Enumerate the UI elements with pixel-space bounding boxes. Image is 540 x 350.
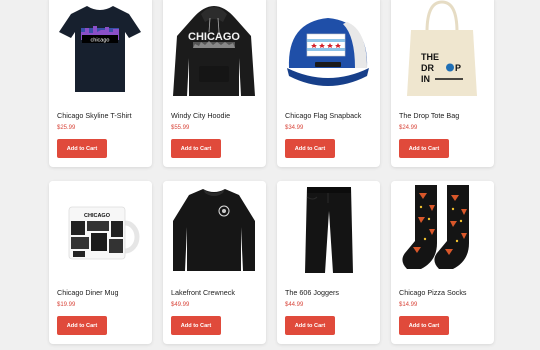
product-name[interactable]: Windy City Hoodie (171, 111, 262, 120)
hoodie-print-text: CHICAGO (188, 31, 240, 43)
add-to-cart-button[interactable]: Add to Cart (285, 316, 335, 335)
svg-text:P: P (455, 63, 461, 73)
product-name[interactable]: Chicago Diner Mug (57, 288, 148, 297)
product-card[interactable]: Lakefront Crewneck $49.99 Add to Cart (163, 181, 266, 344)
add-to-cart-button[interactable]: Add to Cart (399, 316, 449, 335)
product-image-crewneck[interactable] (163, 181, 266, 273)
product-image-hoodie[interactable]: CHICAGO (163, 0, 266, 96)
product-price: $44.99 (285, 302, 304, 308)
product-name[interactable]: Chicago Flag Snapback (285, 111, 376, 120)
product-card[interactable]: CHICAGO Chicago Diner Mug $19.99 Add to … (49, 181, 152, 344)
product-image-cap[interactable] (277, 0, 380, 96)
add-to-cart-button[interactable]: Add to Cart (171, 139, 221, 158)
product-price: $49.99 (171, 302, 190, 308)
product-name[interactable]: Lakefront Crewneck (171, 288, 262, 297)
product-image-socks[interactable] (391, 181, 494, 273)
product-card[interactable]: THE DR P IN The Drop Tote Bag $24.99 Add… (391, 0, 494, 167)
product-price: $19.99 (57, 302, 76, 308)
svg-text:DR: DR (421, 63, 434, 73)
product-card[interactable]: CHICAGO Windy City Hoodie $55.99 Add to … (163, 0, 266, 167)
product-price: $24.99 (399, 125, 418, 131)
product-image-joggers[interactable] (277, 181, 380, 273)
product-card[interactable]: Chicago Flag Snapback $34.99 Add to Cart (277, 0, 380, 167)
mug-print-text: CHICAGO (84, 213, 111, 219)
add-to-cart-button[interactable]: Add to Cart (285, 139, 335, 158)
svg-text:IN: IN (421, 74, 430, 84)
product-name[interactable]: The Drop Tote Bag (399, 111, 490, 120)
product-image-tshirt[interactable]: chicago (49, 0, 152, 96)
product-card[interactable]: chicago Chicago Skyline T-Shirt $25.99 A… (49, 0, 152, 167)
product-price: $34.99 (285, 125, 304, 131)
product-image-mug[interactable]: CHICAGO (49, 181, 152, 273)
product-card[interactable]: The 606 Joggers $44.99 Add to Cart (277, 181, 380, 344)
product-name[interactable]: Chicago Skyline T-Shirt (57, 111, 148, 120)
add-to-cart-button[interactable]: Add to Cart (399, 139, 449, 158)
add-to-cart-button[interactable]: Add to Cart (57, 316, 107, 335)
add-to-cart-button[interactable]: Add to Cart (57, 139, 107, 158)
tshirt-print-text: chicago (91, 38, 110, 44)
product-price: $14.99 (399, 302, 418, 308)
product-card[interactable]: Chicago Pizza Socks $14.99 Add to Cart (391, 181, 494, 344)
product-image-tote[interactable]: THE DR P IN (391, 0, 494, 96)
product-price: $25.99 (57, 125, 76, 131)
product-name[interactable]: Chicago Pizza Socks (399, 288, 490, 297)
add-to-cart-button[interactable]: Add to Cart (171, 316, 221, 335)
svg-text:THE: THE (421, 52, 439, 62)
product-name[interactable]: The 606 Joggers (285, 288, 376, 297)
product-grid: chicago Chicago Skyline T-Shirt $25.99 A… (49, 0, 494, 350)
product-price: $55.99 (171, 125, 190, 131)
